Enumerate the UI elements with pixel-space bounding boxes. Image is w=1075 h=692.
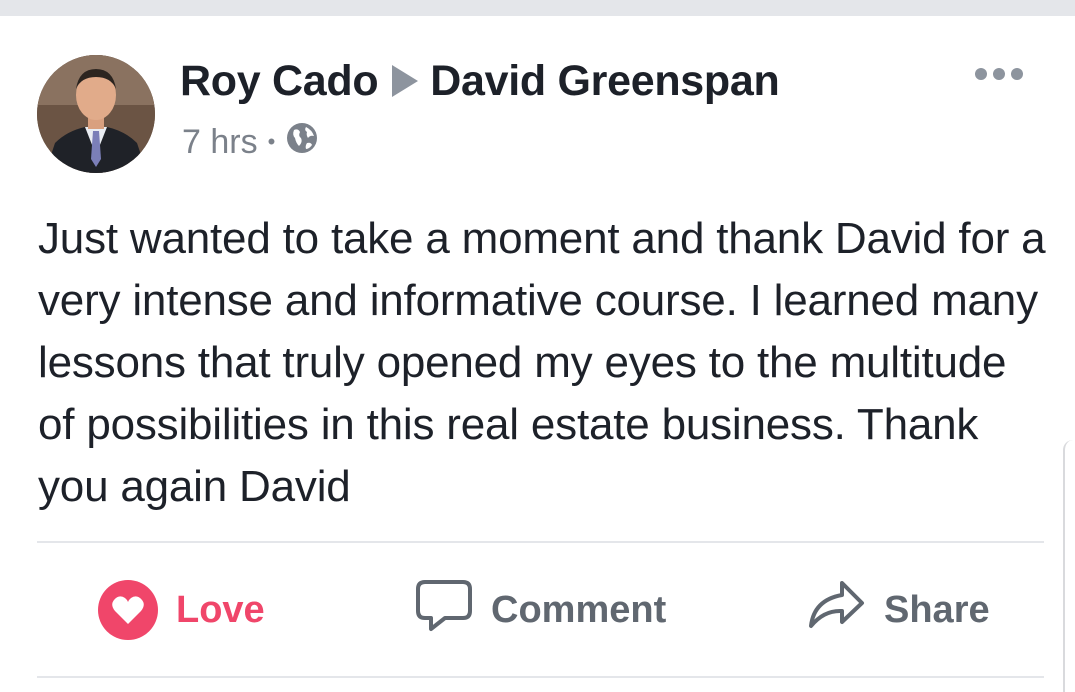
globe-icon[interactable] <box>285 121 319 164</box>
comment-button[interactable]: Comment <box>415 570 666 650</box>
more-dot <box>993 68 1005 80</box>
target-name[interactable]: David Greenspan <box>430 57 779 106</box>
more-dot <box>1011 68 1023 80</box>
more-dot <box>975 68 987 80</box>
post-meta: 7 hrs • <box>182 120 319 164</box>
share-button[interactable]: Share <box>806 570 990 650</box>
share-icon <box>806 578 866 642</box>
author-name[interactable]: Roy Cado <box>180 57 379 106</box>
love-button[interactable]: Love <box>98 570 265 650</box>
comment-label: Comment <box>491 588 667 631</box>
bottom-divider <box>37 676 1044 678</box>
next-card-edge <box>1063 440 1075 692</box>
divider <box>37 541 1044 543</box>
top-separator-strip <box>0 0 1075 16</box>
love-label: Love <box>176 588 265 631</box>
share-label: Share <box>884 588 990 631</box>
shared-to-arrow-icon <box>392 65 419 97</box>
love-icon <box>98 580 158 640</box>
avatar[interactable] <box>37 55 155 173</box>
post-text: Just wanted to take a moment and thank D… <box>38 214 1046 511</box>
post-actions: Love Comment Share <box>0 570 1075 650</box>
post-timestamp[interactable]: 7 hrs <box>182 123 258 162</box>
more-options-icon[interactable] <box>975 68 1023 80</box>
meta-separator: • <box>267 129 276 154</box>
comment-icon <box>415 576 473 644</box>
post-header-names: Roy Cado David Greenspan <box>180 55 780 107</box>
